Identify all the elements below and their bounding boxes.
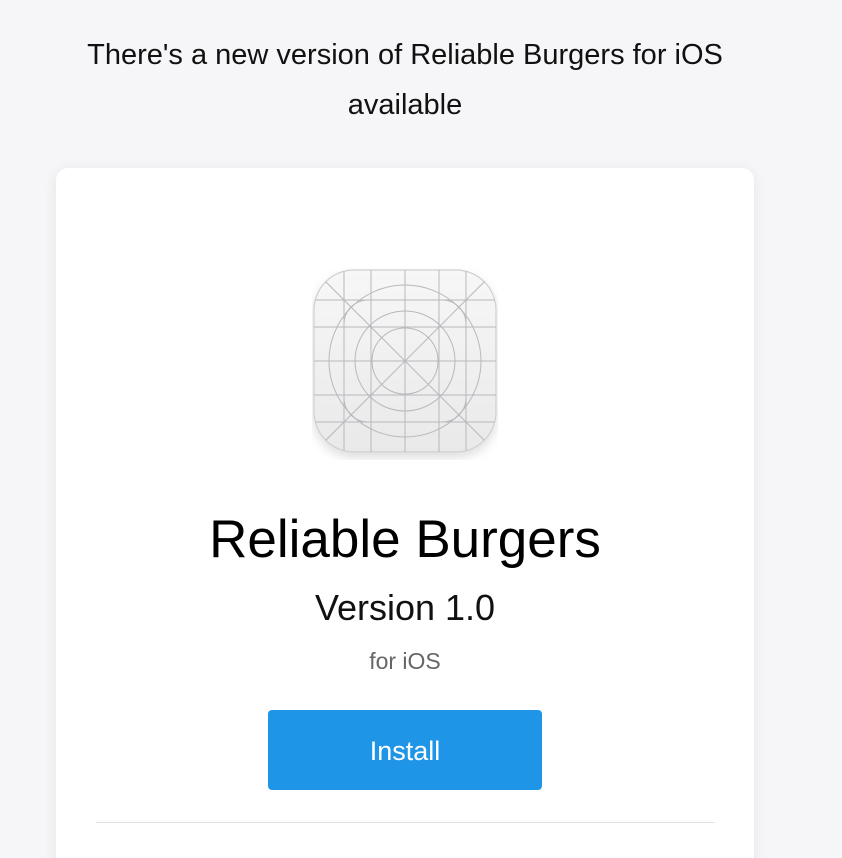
app-card: Reliable Burgers Version 1.0 for iOS Ins…: [56, 168, 754, 858]
app-name: Reliable Burgers: [209, 510, 601, 569]
app-version: Version 1.0: [314, 587, 496, 628]
app-platform: for iOS: [369, 648, 441, 674]
update-page: There's a new version of Reliable Burger…: [0, 0, 842, 858]
install-button[interactable]: Install: [268, 710, 542, 790]
update-message: There's a new version of Reliable Burger…: [87, 39, 723, 121]
app-icon: [312, 268, 498, 460]
divider: [96, 822, 715, 823]
